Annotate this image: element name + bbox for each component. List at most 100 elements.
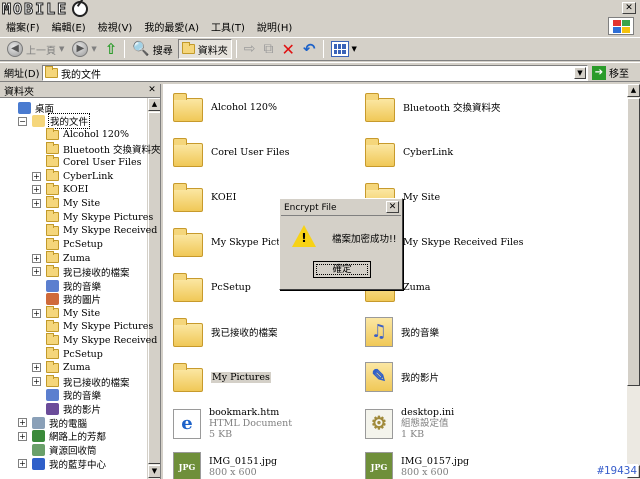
file-item[interactable]: JPG IMG_0151.jpg 800 x 600 [173,452,277,479]
menu-help[interactable]: 說明(H) [255,19,302,34]
tree-item[interactable]: + 我的電腦 [18,416,88,430]
views-button[interactable]: ▼ [328,39,360,59]
search-button[interactable]: 🔍 搜尋 [129,39,175,59]
scroll-up-icon[interactable]: ▲ [148,98,160,111]
forward-arrow-icon: ▶ [72,41,89,57]
tree-item[interactable]: − 我的文件 [18,113,91,130]
tree-item[interactable]: + Zuma [32,251,91,265]
toolbar-separator [235,40,237,58]
tree-item[interactable]: + 網路上的芳鄰 [18,430,107,443]
file-list-scrollbar[interactable]: ▲ ▼ [627,84,640,479]
tree-item[interactable]: + KOEI [32,182,89,196]
menu-favorites[interactable]: 我的最愛(A) [142,19,209,34]
folder-icon [46,223,59,236]
tree-item[interactable]: My Skype Pictures [46,210,154,224]
tree-item[interactable]: + Zuma [32,360,91,374]
expand-icon[interactable]: + [32,377,41,386]
tree-item[interactable]: + My Site [32,196,101,210]
file-item[interactable]: ⚙ desktop.ini 組態設定值 1 KB [365,407,454,440]
copy-to-button[interactable]: ⧉ [261,39,277,59]
file-item[interactable]: Bluetooth 交換資料夾 [365,92,500,122]
folder-icon [46,264,59,277]
scroll-down-icon[interactable]: ▼ [148,465,160,478]
file-item[interactable]: ♫ 我的音樂 [365,317,439,347]
folder-pane-close-icon[interactable]: ✕ [146,85,158,96]
tree-item[interactable]: Alcohol 120% [46,127,130,141]
tree-item-label: 我已接收的檔案 [63,267,130,279]
up-folder-button[interactable]: ⇧ [102,39,121,59]
tree-item[interactable]: 資源回收筒 [32,444,98,457]
file-item[interactable]: Corel User Files [173,137,289,167]
go-button[interactable]: ➔ 移至 [592,65,629,80]
file-item[interactable]: My Pictures [173,362,271,392]
dialog-close-button[interactable]: ✕ [386,201,399,213]
tree-item[interactable]: My Skype Pictures [46,319,154,333]
expand-icon[interactable]: + [18,418,27,428]
scroll-thumb[interactable] [148,112,160,464]
expand-icon[interactable]: + [32,267,41,277]
tree-item[interactable]: + 我已接收的檔案 [32,264,131,279]
tree-item[interactable]: Corel User Files [46,155,142,169]
expand-icon[interactable]: + [32,198,41,208]
file-item[interactable]: CyberLink [365,137,453,167]
ok-button[interactable]: 確定 [313,261,371,278]
tree-item[interactable]: 我的音樂 [46,389,102,402]
tree-item[interactable]: + My Site [32,306,101,320]
tree-item[interactable]: My Skype Received Files [46,333,160,347]
tree-item[interactable]: 我的音樂 [46,279,102,293]
up-folder-icon: ⇧ [104,40,118,58]
menu-file[interactable]: 檔案(F) [4,19,50,34]
menu-tools[interactable]: 工具(T) [209,19,255,34]
delete-button[interactable]: ✕ [279,39,298,59]
forward-button[interactable]: ▶ ▼ [69,39,99,59]
address-input[interactable]: 我的文件 ▼ [42,65,588,81]
file-item[interactable]: 我已接收的檔案 [173,317,278,347]
tree-item[interactable]: 我的影片 [46,402,102,416]
scroll-up-icon[interactable]: ▲ [627,84,640,97]
back-dropdown-icon[interactable]: ▼ [59,45,64,53]
tree-item-label: 我的影片 [63,404,102,416]
tree-item[interactable]: + 我已接收的檔案 [32,374,131,389]
back-button[interactable]: ◀ 上一頁 ▼ [4,39,67,59]
tree-item[interactable]: + CyberLink [32,169,114,183]
file-item[interactable]: My Skype Picture [173,227,296,257]
address-dropdown-icon[interactable]: ▼ [574,67,586,79]
forward-dropdown-icon[interactable]: ▼ [91,45,96,53]
tree-item[interactable]: PcSetup [46,347,104,361]
folders-button[interactable]: 資料夾 [177,39,232,59]
window-close-button[interactable]: ✕ [622,2,636,14]
tree-item-label: My Site [63,197,101,209]
tree-item-label: PcSetup [63,348,103,360]
file-item[interactable]: ✎ 我的影片 [365,362,439,392]
tree-item[interactable]: 桌面 [18,101,55,115]
folder-icon [173,363,203,392]
expand-icon[interactable]: + [32,308,41,318]
tree-item[interactable]: + 我的藍芽中心 [18,457,107,471]
tree-item[interactable]: 我的圖片 [46,293,102,306]
expand-icon[interactable]: + [32,253,41,263]
file-item[interactable]: PcSetup [173,272,251,302]
expand-icon[interactable]: + [18,431,27,441]
expand-icon[interactable]: + [18,459,27,469]
move-to-button[interactable]: ⇨ [241,39,259,59]
menu-edit[interactable]: 編輯(E) [50,19,96,34]
scroll-thumb[interactable] [627,98,640,386]
undo-button[interactable]: ↶ [300,39,319,59]
folder-icon [173,228,203,257]
file-item[interactable]: KOEI [173,182,236,212]
tree-item[interactable]: Bluetooth 交換資料夾 [46,141,160,156]
expand-icon[interactable]: + [32,363,41,373]
expand-icon[interactable]: + [32,171,41,181]
collapse-icon[interactable]: − [18,116,27,126]
my-documents-icon [45,66,58,78]
tree-item[interactable]: PcSetup [46,237,104,251]
file-name: PcSetup [211,281,251,293]
tree-item[interactable]: My Skype Received Files [46,223,160,237]
delete-icon: ✕ [281,39,295,59]
file-name: CyberLink [403,146,454,158]
file-item[interactable]: JPG IMG_0157.jpg 800 x 600 [365,452,469,479]
expand-icon[interactable]: + [32,185,41,195]
file-item[interactable]: Alcohol 120% [173,92,277,122]
menu-view[interactable]: 檢視(V) [96,19,143,34]
file-item[interactable]: e bookmark.htm HTML Document 5 KB [173,407,292,440]
